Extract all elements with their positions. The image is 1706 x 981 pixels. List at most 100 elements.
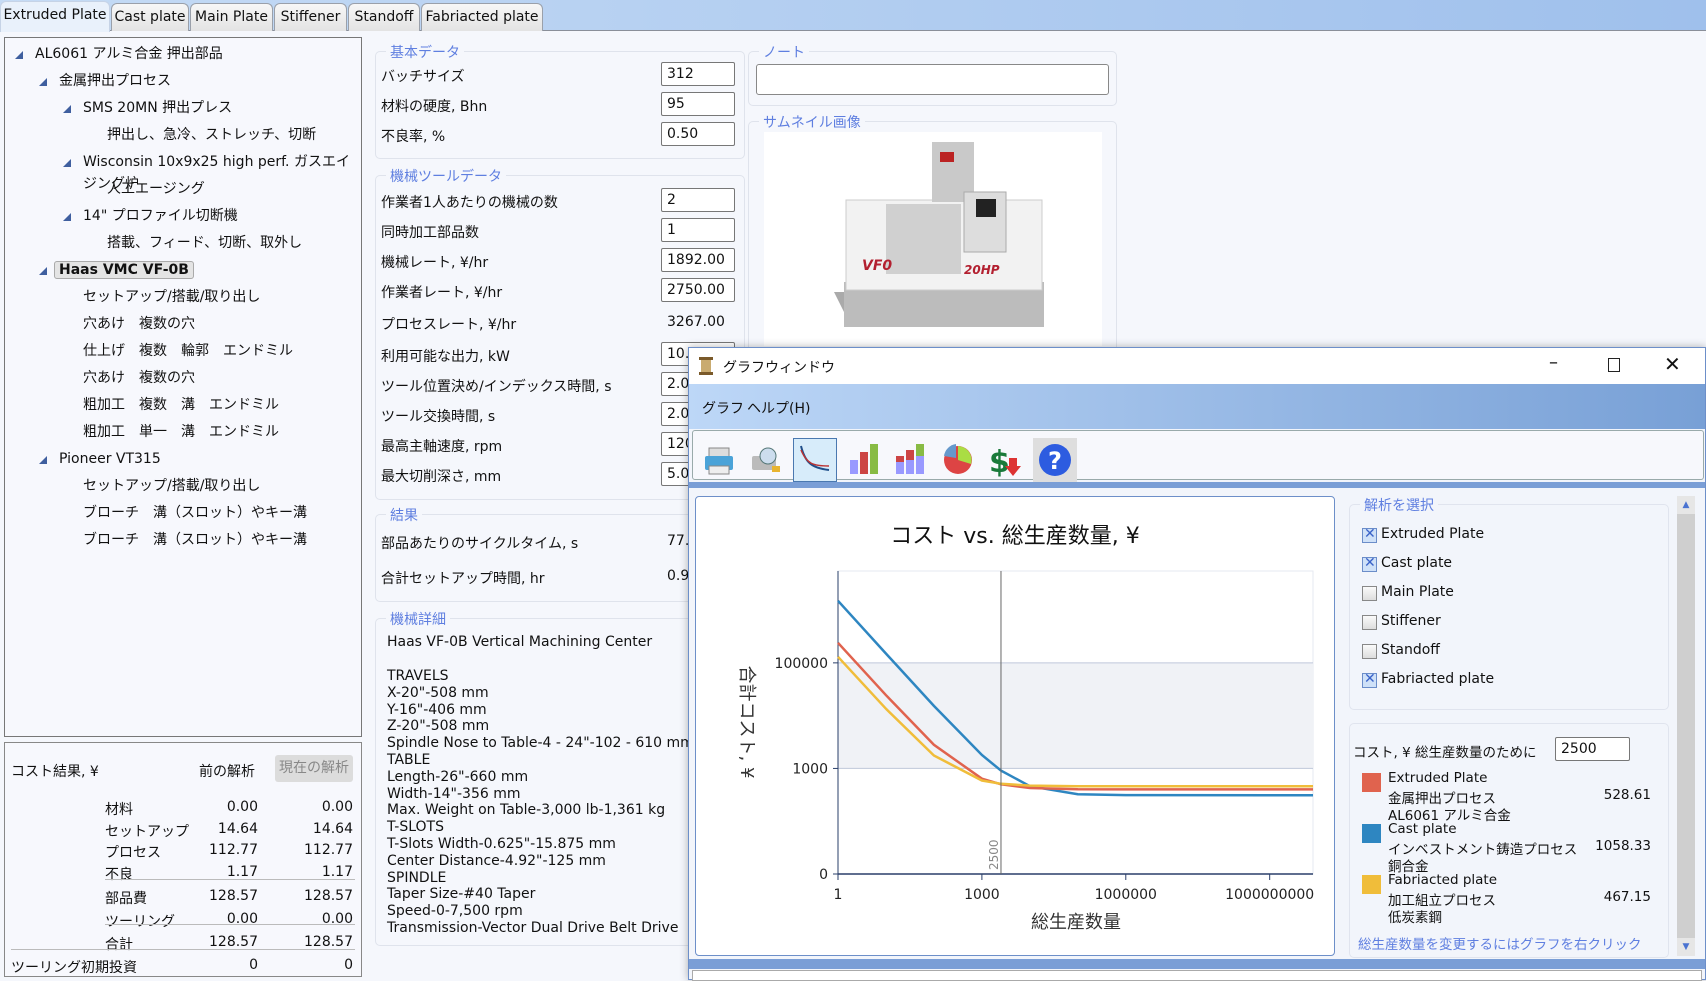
help-button[interactable]: ? — [1033, 438, 1077, 482]
close-button[interactable]: ✕ — [1664, 352, 1681, 376]
tree-item-label: 粗加工 複数 溝 エンドミル — [83, 397, 279, 413]
tree-item[interactable]: Haas VMC VF-0B — [39, 259, 194, 281]
tree-item-label: 仕上げ 複数 輪郭 エンドミル — [83, 343, 293, 359]
analysis-label[interactable]: Stiffener — [1381, 613, 1441, 629]
current-analysis-button[interactable]: 現在の解析 — [275, 755, 353, 782]
pie-chart-icon — [944, 444, 972, 474]
tab-bar: Extruded Plate Cast plate Main Plate Stiffe… — [0, 0, 1706, 32]
tree-item[interactable]: 金属押出プロセス — [39, 70, 171, 92]
y-tick-label: 100000 — [775, 656, 828, 672]
tree-item[interactable]: 押出し、急冷、ストレッチ、切断 — [107, 124, 316, 146]
expand-triangle-icon[interactable] — [63, 105, 71, 113]
expand-triangle-icon[interactable] — [39, 456, 47, 464]
analysis-checkbox[interactable] — [1362, 671, 1377, 688]
field-input[interactable]: 1 — [661, 218, 735, 242]
tree-item[interactable]: 穴あけ 複数の穴 — [83, 313, 195, 335]
analysis-checkbox[interactable] — [1362, 644, 1377, 659]
field-input[interactable]: 2750.00 — [661, 278, 735, 302]
tab-extruded-plate[interactable]: Extruded Plate — [0, 1, 110, 32]
analysis-label[interactable]: Fabriacted plate — [1381, 671, 1494, 687]
y-tick-label: 1000 — [792, 761, 828, 777]
results-title: 結果 — [386, 505, 422, 525]
tab-stiffener[interactable]: Stiffener — [274, 3, 347, 31]
analysis-checkbox[interactable] — [1362, 526, 1377, 543]
machine-detail-line: Width-14"-356 mm — [387, 785, 521, 802]
tree-item-label: 穴あけ 複数の穴 — [83, 370, 195, 386]
field-input[interactable]: 1892.00 — [661, 248, 735, 272]
field-input[interactable]: 0.50 — [661, 122, 735, 146]
tree-item[interactable]: 粗加工 複数 溝 エンドミル — [83, 394, 279, 416]
expand-triangle-icon[interactable] — [63, 159, 71, 167]
machine-detail-line: T-Slots Width-0.625"-15.875 mm — [387, 835, 616, 852]
stacked-bar-chart-button[interactable] — [889, 438, 933, 482]
legend-cost-value: 467.15 — [1603, 889, 1651, 905]
tab-fabriacted-plate[interactable]: Fabriacted plate — [421, 3, 543, 31]
field-label: ツール位置決め/インデックス時間, s — [381, 379, 612, 395]
scroll-up-arrow[interactable]: ▲ — [1677, 496, 1695, 514]
line-chart-button[interactable] — [793, 438, 837, 482]
menu-help[interactable]: ヘルプ(H) — [747, 398, 810, 418]
process-tree[interactable]: AL6061 アルミ合金 押出部品金属押出プロセス SMS 20MN 押出プレス押… — [4, 37, 362, 737]
previous-analysis-header: 前の解析 — [199, 764, 255, 780]
analysis-checkbox[interactable] — [1362, 555, 1377, 572]
analysis-checkbox[interactable] — [1362, 615, 1377, 630]
legend-cost-value: 1058.33 — [1595, 838, 1651, 854]
tree-item[interactable]: 粗加工 単一 溝 エンドミル — [83, 421, 279, 443]
analysis-label[interactable]: Extruded Plate — [1381, 526, 1484, 542]
tree-item[interactable]: Wisconsin 10x9x25 high perf. ガスエイジング炉 — [63, 151, 361, 192]
tab-main-plate[interactable]: Main Plate — [190, 3, 273, 31]
field-label: 機械レート, ¥/hr — [381, 255, 489, 271]
tree-item[interactable]: ブローチ 溝（スロット）やキー溝 — [83, 502, 307, 524]
total-volume-input[interactable]: 2500 — [1555, 737, 1630, 761]
note-input[interactable] — [756, 64, 1109, 95]
tree-item[interactable]: 穴あけ 複数の穴 — [83, 367, 195, 389]
field-input[interactable]: 95 — [661, 92, 735, 116]
tree-item[interactable]: SMS 20MN 押出プレス — [63, 97, 232, 119]
tab-standoff[interactable]: Standoff — [348, 3, 420, 31]
right-panel-scrollbar[interactable]: ▲ ▼ — [1677, 496, 1695, 956]
tree-item[interactable]: セットアップ/搭載/取り出し — [83, 475, 260, 497]
pie-chart-button[interactable] — [936, 438, 980, 482]
tree-item[interactable]: セットアップ/搭載/取り出し — [83, 286, 260, 308]
graph-window-titlebar[interactable]: グラフウィンドウ – ✕ — [689, 348, 1705, 384]
field-label: 利用可能な出力, kW — [381, 349, 510, 365]
legend-material: 低炭素鋼 — [1388, 910, 1442, 926]
cost-vs-volume-chart[interactable]: コスト vs. 総生産数量, ¥ 0 1000 100000 1 1000 1000000 1… — [696, 497, 1334, 955]
field-input[interactable]: 312 — [661, 62, 735, 86]
bar-chart-button[interactable] — [843, 438, 887, 482]
printer-button[interactable] — [697, 438, 741, 482]
cost-results-panel: コスト結果, ¥ 前の解析 現在の解析 材料 0.00 0.00 セットアップ 14.6… — [4, 742, 362, 977]
chart-panel[interactable]: コスト vs. 総生産数量, ¥ 0 1000 100000 1 1000 1000000 1… — [695, 496, 1335, 956]
scroll-down-arrow[interactable]: ▼ — [1677, 938, 1695, 956]
stacked-bar-chart-icon — [896, 444, 924, 474]
analysis-label[interactable]: Main Plate — [1381, 584, 1454, 600]
tab-cast-plate[interactable]: Cast plate — [111, 3, 189, 31]
cost-prev-value: 14.64 — [217, 821, 258, 837]
tree-item[interactable]: ブローチ 溝（スロット）やキー溝 — [83, 529, 307, 551]
minimize-button[interactable]: – — [1549, 352, 1558, 373]
print-preview-button[interactable] — [744, 438, 788, 482]
analysis-label[interactable]: Standoff — [1381, 642, 1440, 658]
tree-item[interactable]: Pioneer VT315 — [39, 448, 161, 470]
tree-item[interactable]: 搭載、フィード、切断、取外し — [107, 232, 302, 254]
cost-reduction-button[interactable]: $ — [983, 438, 1027, 482]
analysis-checkbox[interactable] — [1362, 586, 1377, 601]
field-input[interactable]: 2 — [661, 188, 735, 212]
expand-triangle-icon[interactable] — [15, 51, 23, 59]
tree-item[interactable]: 人工エージング — [107, 178, 205, 200]
tree-item[interactable]: 14" プロファイル切断機 — [63, 205, 238, 227]
printer-icon — [705, 447, 733, 475]
machine-detail-line: Max. Weight on Table-3,000 lb-1,361 kg — [387, 802, 666, 819]
expand-triangle-icon[interactable] — [63, 213, 71, 221]
expand-triangle-icon[interactable] — [39, 78, 47, 86]
expand-triangle-icon[interactable] — [39, 267, 47, 275]
cost-prev-value: 128.57 — [209, 888, 258, 904]
maximize-button[interactable] — [1608, 358, 1620, 372]
machine-detail-line: Speed-0-7,500 rpm — [387, 903, 523, 920]
tree-item[interactable]: 仕上げ 複数 輪郭 エンドミル — [83, 340, 293, 362]
cost-row-label: 不良 — [105, 867, 133, 883]
machine-detail-line: Center Distance-4.92"-125 mm — [387, 852, 606, 869]
tree-item[interactable]: AL6061 アルミ合金 押出部品 — [15, 43, 223, 65]
menu-graph[interactable]: グラフ — [702, 398, 744, 418]
analysis-label[interactable]: Cast plate — [1381, 555, 1452, 571]
